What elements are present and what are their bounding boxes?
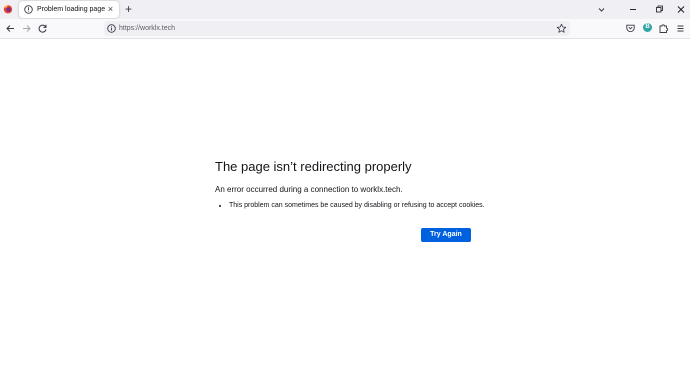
- tab-strip: Problem loading page × +: [0, 0, 690, 19]
- tab-close-icon[interactable]: ×: [105, 4, 116, 15]
- url-bar[interactable]: https://worklx.tech: [104, 21, 570, 36]
- navigation-toolbar: https://worklx.tech: [0, 19, 690, 39]
- error-description: An error occurred during a connection to…: [215, 185, 403, 194]
- error-page-content: The page isn’t redirecting properly An e…: [215, 157, 485, 211]
- site-info-icon[interactable]: [107, 24, 116, 33]
- profile-avatar[interactable]: B: [643, 23, 652, 32]
- chevron-down-icon[interactable]: [596, 4, 607, 15]
- pocket-icon[interactable]: [624, 22, 637, 35]
- bookmark-star-icon[interactable]: [556, 23, 567, 34]
- close-window-icon[interactable]: [674, 3, 688, 16]
- list-item: This problem can sometimes be caused by …: [229, 201, 485, 211]
- restore-icon[interactable]: [652, 3, 666, 16]
- tab-title: Problem loading page: [37, 6, 106, 13]
- error-suggestions-list: This problem can sometimes be caused by …: [215, 201, 485, 211]
- back-arrow-icon[interactable]: [4, 22, 17, 35]
- extensions-icon[interactable]: [657, 22, 670, 35]
- reload-icon[interactable]: [36, 22, 49, 35]
- minimize-icon[interactable]: [626, 3, 640, 16]
- browser-window: Problem loading page × + https://worklx.…: [0, 0, 690, 365]
- new-tab-button[interactable]: +: [122, 3, 135, 16]
- warning-icon: [24, 5, 33, 14]
- try-again-button[interactable]: Try Again: [421, 228, 471, 242]
- firefox-icon[interactable]: [3, 4, 13, 14]
- forward-arrow-icon[interactable]: [20, 22, 33, 35]
- url-text[interactable]: https://worklx.tech: [119, 23, 175, 34]
- tab-problem-loading-page[interactable]: Problem loading page ×: [19, 1, 119, 18]
- error-title: The page isn’t redirecting properly: [215, 159, 412, 174]
- hamburger-menu-icon[interactable]: [674, 22, 687, 35]
